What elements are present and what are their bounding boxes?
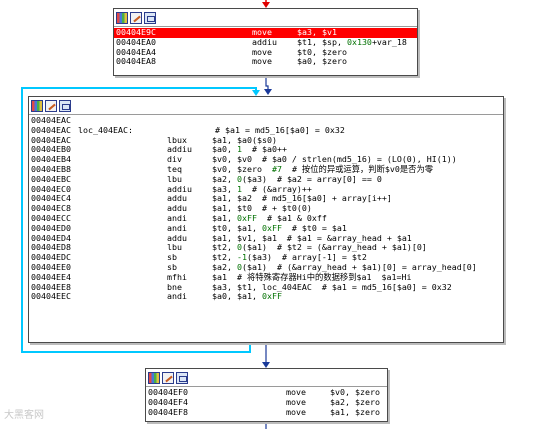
disasm-ops: $t0, $a1, [212,222,262,233]
disasm-ops: $a1, [212,212,237,223]
disasm-lines: 00404EAC 00404EAC loc_404EAC: # $a1 = md5_1… [29,115,503,304]
group-nodes-icon[interactable] [59,99,71,112]
edit-color-icon[interactable] [162,371,174,384]
node-header [114,9,417,27]
disasm-operands: $a0, $a1, 0xFF [212,291,282,302]
disasm-ops: $a1 # 将特殊寄存器Hi中的数据移到$a1 $a1=Hi [212,271,412,282]
graph-icon[interactable] [31,99,43,112]
edit-color-icon[interactable] [130,11,142,24]
disasm-addr: 00404EA8 [116,56,156,67]
disasm-ops: $a1, $zero [330,406,380,417]
basic-block-loop[interactable]: 00404EAC 00404EAC loc_404EAC: # $a1 = md5_1… [28,96,504,343]
disasm-lines: 00404E9C move $a3, $v1 00404EA0 addiu $t1, $s… [114,27,417,69]
disasm-lines: 00404EF0 move $v0, $zero 00404EF4 move $a2, $… [146,387,387,419]
disasm-mn: move [252,56,272,67]
disasm-operands: $a0, $zero [297,56,347,67]
disasm-tail: ($a1) # $t2 = (&array_head + $a1)[0] [241,242,427,253]
disasm-ops: $a3, $t1, loc_404EAC # $a1 = md5_16[$a0]… [212,281,452,292]
disasm-tail: +var_18 [371,36,407,47]
disasm-ops: $a2, $zero [330,396,380,407]
disasm-row[interactable]: 00404EF8 move $a1, $zero [146,406,387,418]
disasm-number: 0x130 [346,36,372,47]
disasm-tail: ($a3) # array[-1] = $t2 [246,252,367,263]
disasm-number: 0xFF [236,212,257,223]
disasm-ops: $a0, $zero [297,56,347,67]
group-nodes-icon[interactable] [176,371,188,384]
disasm-number: #7 [271,163,282,174]
basic-block-top[interactable]: 00404E9C move $a3, $v1 00404EA0 addiu $t1, $s… [113,8,418,76]
disasm-ops: $a3, $v1 [297,27,337,37]
disasm-number: 0xFF [261,222,282,233]
disasm-ops: $a2, [212,261,237,272]
disasm-ops: $a2, [212,173,237,184]
disasm-row[interactable]: 00404EA8 move $a0, $zero [114,56,417,67]
disasm-ops: $v0, $zero [330,387,380,397]
disasm-operands: $a1, $zero [330,406,380,418]
disasm-tail: # $a0++ [241,144,287,155]
disasm-number: 0xFF [261,291,282,302]
disasm-ops: $t1, $sp, [297,36,347,47]
graph-icon[interactable] [148,371,160,384]
disasm-ops: $v0, $zero [212,163,272,174]
node-header [29,97,503,115]
disasm-ops: $a0, [212,144,237,155]
disasm-tail: # $t0 = $a1 [281,222,347,233]
disasm-ops: $v0, $v0 # $a0 / strlen(md5_16) = (LO(0)… [212,154,457,165]
disasm-tail: ($a3) # $a2 = array[0] == 0 [241,173,382,184]
disasm-ops: $t0, $zero [297,46,347,57]
disasm-ops: $a1, $v1, $a1 # $a1 = &array_head + $a1 [212,232,412,243]
disasm-tail: # (&array)++ [241,183,312,194]
disasm-addr: 00404EEC [31,291,71,302]
disasm-ops: $a1, $a0($s0) [212,134,277,145]
disasm-tail: ($a1) # (&array_head + $a1)[0] = array_h… [241,261,477,272]
disasm-mn: move [286,406,306,417]
disasm-tail: # $a1 & 0xff [256,212,327,223]
disasm-ops: $t2, [212,242,237,253]
group-nodes-icon[interactable] [144,11,156,24]
disasm-row[interactable]: 00404EEC andi $a0, $a1, 0xFF [29,291,503,302]
disasm-mn: andi [167,291,187,302]
disasm-ops: $t2, [212,252,237,263]
disasm-tail: # 按位的异或运算，判断$v0是否为零 [281,163,434,174]
disasm-addr: 00404EF8 [148,406,188,417]
disasm-ops: $a3, [212,183,237,194]
disasm-ops: $a1, $a2 # md5_16[$a0] + array[i++] [212,193,392,204]
edit-color-icon[interactable] [45,99,57,112]
watermark: 大黑客网 [4,410,44,421]
disasm-number: -1 [236,252,247,263]
disasm-ops: $a0, $a1, [212,291,262,302]
node-header [146,369,387,387]
basic-block-bottom[interactable]: 00404EF0 move $v0, $zero 00404EF4 move $a2, $… [145,368,388,422]
graph-icon[interactable] [116,11,128,24]
disasm-ops: $a1, $t0 # + $t0(0) [212,203,312,214]
disasm-label: loc_404EAC: [78,124,133,135]
